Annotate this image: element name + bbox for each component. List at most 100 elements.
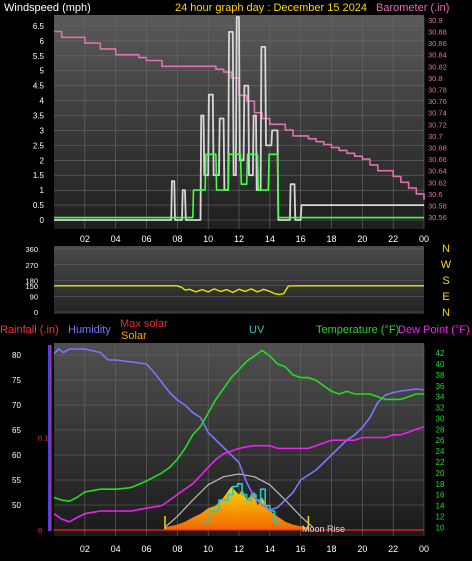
- direction-y-tick: 90: [30, 292, 38, 301]
- humidity-y-tick: 55: [12, 476, 21, 485]
- weather-graph: 0 0.5 1 1.5 2 2.5 3 3.5 4 4.5 5 5.5 6 6.5 30.56 30.58 30…: [0, 0, 472, 561]
- combo-x-tick: 10: [203, 544, 213, 554]
- humidity-y-tick: 80: [12, 351, 21, 360]
- compass-label: N: [442, 307, 450, 319]
- combo-x-tick: 14: [265, 544, 275, 554]
- wind-y-tick: 0.5: [33, 201, 45, 210]
- temperature-y-tick: 32: [436, 404, 445, 413]
- direction-y-tick: 0: [34, 308, 38, 317]
- wind-y-tick: 1.5: [33, 171, 45, 180]
- dew-point-axis-title: Dew Point (°F): [398, 324, 470, 336]
- wind-y-tick: 0: [40, 216, 45, 225]
- barometer-y-tick: 30.74: [428, 109, 447, 118]
- wind-x-tick: 02: [80, 234, 90, 244]
- barometer-y-tick: 30.58: [428, 202, 447, 211]
- moon-rise-annotation: Moon Rise: [302, 524, 345, 534]
- temperature-axis-title: Temperature (°F): [316, 324, 399, 336]
- temperature-y-tick: 10: [436, 523, 445, 532]
- wind-x-tick: 16: [296, 234, 306, 244]
- temperature-y-tick: 24: [436, 447, 445, 456]
- combo-x-tick: 18: [326, 544, 336, 554]
- temperature-y-tick: 36: [436, 382, 445, 391]
- temperature-y-tick: 28: [436, 425, 445, 434]
- barometer-y-tick: 30.8: [428, 74, 443, 83]
- wind-x-tick: 20: [357, 234, 367, 244]
- uv-legend: UV: [249, 324, 265, 336]
- combo-x-tick: 16: [296, 544, 306, 554]
- compass-label: S: [442, 275, 449, 287]
- wind-y-tick: 1: [40, 186, 45, 195]
- wind-y-tick: 6: [40, 37, 45, 46]
- temperature-y-tick: 20: [436, 469, 445, 478]
- barometer-y-tick: 30.78: [428, 86, 447, 95]
- barometer-axis-title: Barometer (.in): [376, 2, 449, 14]
- temperature-y-tick: 14: [436, 502, 445, 511]
- compass-label: N: [442, 243, 450, 255]
- wind-x-tick: 04: [111, 234, 121, 244]
- wind-y-tick: 6.5: [33, 22, 45, 31]
- humidity-y-tick: 60: [12, 451, 21, 460]
- humidity-y-tick: 65: [12, 426, 21, 435]
- compass-label: E: [442, 291, 449, 303]
- humidity-y-tick: 50: [12, 501, 21, 510]
- wind-y-tick: 4: [40, 97, 45, 106]
- wind-x-tick: 00: [419, 234, 429, 244]
- barometer-y-tick: 30.88: [428, 28, 447, 37]
- combo-x-tick: 02: [80, 544, 90, 554]
- wind-x-tick: 22: [388, 234, 398, 244]
- humidity-y-tick: 70: [12, 401, 21, 410]
- temperature-y-tick: 34: [436, 393, 445, 402]
- wind-x-tick: 14: [265, 234, 275, 244]
- barometer-y-tick: 30.72: [428, 120, 447, 129]
- wind-y-tick: 5: [40, 67, 45, 76]
- barometer-y-tick: 30.68: [428, 144, 447, 153]
- temperature-y-tick: 12: [436, 512, 445, 521]
- direction-y-tick: 360: [25, 245, 38, 254]
- wind-x-tick: 12: [234, 234, 244, 244]
- temperature-y-tick: 22: [436, 458, 445, 467]
- wind-x-tick: 10: [203, 234, 213, 244]
- rainfall-y-tick: 0.1: [38, 434, 48, 443]
- barometer-y-tick: 30.62: [428, 178, 447, 187]
- barometer-y-tick: 30.82: [428, 62, 447, 71]
- combo-x-tick: 20: [357, 544, 367, 554]
- wind-x-tick: 08: [172, 234, 182, 244]
- wind-y-tick: 2: [40, 156, 45, 165]
- barometer-y-tick: 30.84: [428, 51, 447, 60]
- combo-x-tick: 22: [388, 544, 398, 554]
- combo-x-tick: 04: [111, 544, 121, 554]
- humidity-y-tick: 75: [12, 376, 21, 385]
- barometer-y-tick: 30.7: [428, 132, 443, 141]
- combo-x-tick: 12: [234, 544, 244, 554]
- barometer-y-tick: 30.86: [428, 39, 447, 48]
- temperature-y-tick: 30: [436, 414, 445, 423]
- temperature-y-tick: 18: [436, 480, 445, 489]
- wind-y-tick: 3: [40, 126, 45, 135]
- barometer-y-tick: 30.66: [428, 155, 447, 164]
- wind-x-tick: 18: [326, 234, 336, 244]
- temperature-y-tick: 40: [436, 360, 445, 369]
- max-solar-legend: Max solar: [120, 318, 168, 330]
- barometer-y-tick: 30.64: [428, 167, 447, 176]
- humidity-axis-title: Humidity: [68, 324, 111, 336]
- temperature-y-tick: 26: [436, 436, 445, 445]
- barometer-y-tick: 30.56: [428, 213, 447, 222]
- barometer-y-tick: 30.76: [428, 97, 447, 106]
- rainfall-y-tick: 0: [38, 526, 42, 535]
- barometer-y-tick: 30.9: [428, 16, 443, 25]
- direction-y-tick: 270: [25, 261, 38, 270]
- direction-panel-background: [54, 246, 424, 314]
- weather-chart-canvas: 0 0.5 1 1.5 2 2.5 3 3.5 4 4.5 5 5.5 6 6.5 30.56 30.58 30…: [0, 2, 470, 554]
- combo-x-tick: 06: [141, 544, 151, 554]
- barometer-y-tick: 30.6: [428, 190, 443, 199]
- wind-y-tick: 2.5: [33, 141, 45, 150]
- combo-x-tick: 00: [419, 544, 429, 554]
- solar-legend: Solar: [121, 330, 147, 342]
- compass-label: W: [441, 259, 452, 271]
- temperature-y-tick: 16: [436, 491, 445, 500]
- chart-title: 24 hour graph day : December 15 2024: [175, 2, 367, 14]
- wind-y-tick: 4.5: [33, 82, 45, 91]
- combo-x-tick: 08: [172, 544, 182, 554]
- wind-y-tick: 3.5: [33, 112, 45, 121]
- temperature-y-tick: 38: [436, 371, 445, 380]
